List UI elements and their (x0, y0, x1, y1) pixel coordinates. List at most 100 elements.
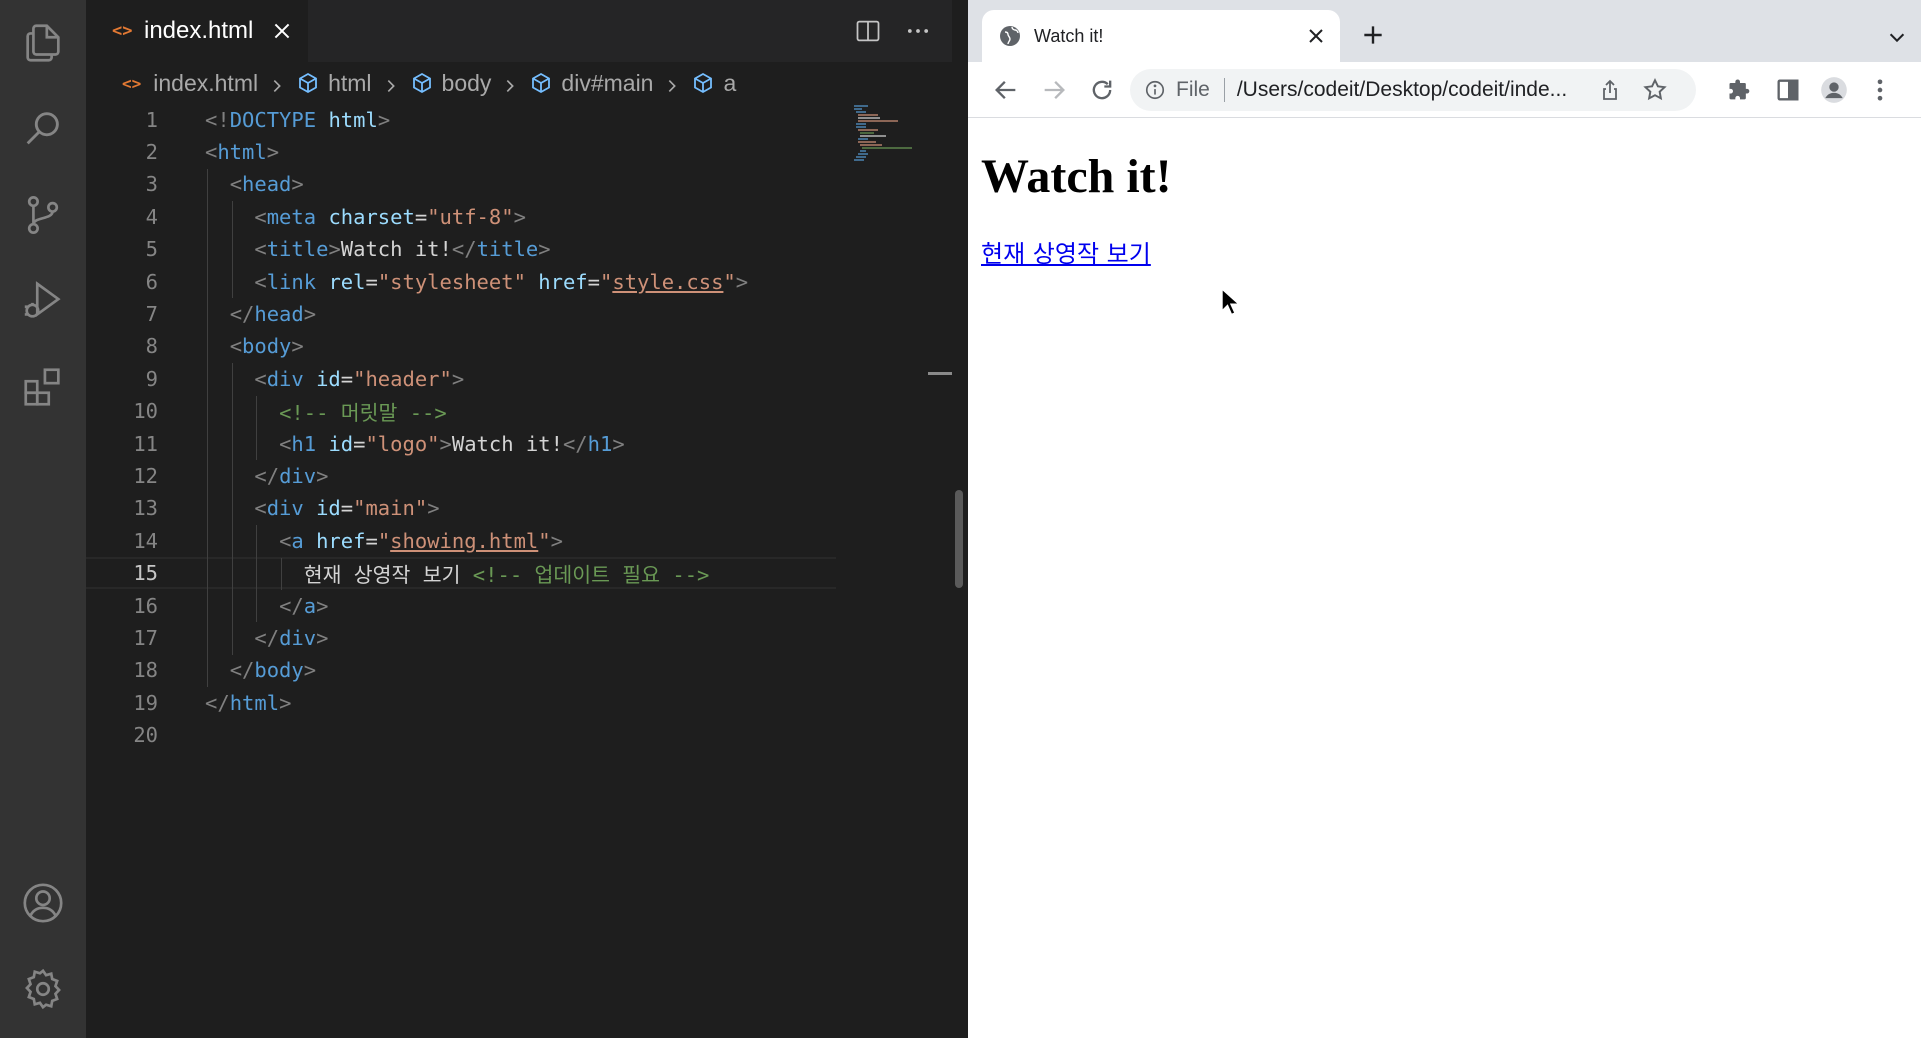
breadcrumb: <> index.html html body div#main a (86, 62, 952, 104)
code-text: <link rel="stylesheet" href="style.css"> (254, 269, 749, 294)
breadcrumb-item[interactable]: body (410, 70, 491, 97)
code-line[interactable]: 15 현재 상영작 보기 <!-- 업데이트 필요 --> (86, 557, 836, 590)
line-number: 17 (133, 625, 158, 650)
line-number: 19 (133, 690, 158, 715)
code-line[interactable]: 9 <div id="header"> (86, 363, 836, 395)
code-line[interactable]: 8 <body> (86, 330, 836, 362)
code-line[interactable]: 4 <meta charset="utf-8"> (86, 201, 836, 233)
split-editor-icon[interactable] (854, 17, 882, 45)
code-text: <!-- 머릿말 --> (279, 401, 447, 426)
code-text: </div> (254, 463, 329, 488)
breadcrumb-item-label: a (723, 69, 737, 96)
editor-tab-label: index.html (144, 17, 254, 44)
line-number: 11 (133, 431, 158, 456)
html-file-icon: <> (112, 21, 133, 41)
breadcrumb-file[interactable]: <> index.html (122, 70, 258, 97)
source-control-button[interactable] (0, 172, 86, 258)
symbol-element-icon (691, 71, 715, 95)
browser-tab[interactable]: Watch it! (982, 10, 1340, 62)
accounts-button[interactable] (0, 860, 86, 946)
line-number: 6 (145, 269, 158, 294)
search-icon (26, 112, 59, 145)
reload-icon[interactable] (1088, 76, 1116, 104)
more-actions-icon[interactable] (904, 17, 932, 45)
extensions-button[interactable] (0, 344, 86, 430)
url-scheme-label: File (1176, 78, 1210, 101)
line-number: 8 (145, 334, 158, 359)
chevron-right-icon (382, 74, 400, 92)
settings-gear-icon (25, 968, 61, 1010)
code-line[interactable]: 11 <h1 id="logo">Watch it!</h1> (86, 427, 836, 459)
close-icon[interactable] (1306, 26, 1326, 46)
code-text: <h1 id="logo">Watch it!</h1> (279, 431, 625, 456)
code-line[interactable]: 14 <a href="showing.html"> (86, 525, 836, 557)
code-line[interactable]: 7 </head> (86, 298, 836, 330)
manage-button[interactable] (0, 946, 86, 1032)
search-button[interactable] (0, 86, 86, 172)
editor-tab-index-html[interactable]: <> index.html (86, 0, 308, 62)
chevron-right-icon (501, 74, 519, 92)
code-line[interactable]: 19 </html> (86, 687, 836, 719)
code-line[interactable]: 5 <title>Watch it!</title> (86, 233, 836, 265)
line-number: 10 (133, 399, 158, 424)
run-debug-button[interactable] (0, 258, 86, 344)
activity-bar (0, 0, 86, 1038)
divider-handle[interactable] (955, 490, 963, 588)
code-line[interactable]: 18 </body> (86, 654, 836, 686)
breadcrumb-item[interactable]: a (691, 70, 736, 97)
mouse-cursor-icon (1221, 287, 1240, 316)
breadcrumb-item-label: div#main (561, 69, 654, 96)
code-text: <meta charset="utf-8"> (254, 204, 526, 229)
breadcrumb-item-label: html (328, 69, 372, 96)
code-line[interactable]: 1 <!DOCTYPE html> (86, 103, 836, 135)
close-icon[interactable] (271, 20, 293, 42)
code-area[interactable]: 1 <!DOCTYPE html> 2 <html> 3 <head> 4 <meta c… (86, 104, 836, 1038)
line-number: 18 (133, 658, 158, 683)
line-number: 14 (133, 528, 158, 553)
symbol-element-icon (529, 71, 553, 95)
code-line[interactable]: 6 <link rel="stylesheet" href="style.css… (86, 265, 836, 297)
html-file-icon: <> (122, 73, 142, 93)
page-heading: Watch it! (981, 150, 1172, 203)
code-line[interactable]: 12 </div> (86, 460, 836, 492)
browser-tab-strip: Watch it! (968, 0, 1921, 62)
breadcrumb-item[interactable]: html (296, 69, 372, 97)
source-control-icon (27, 196, 59, 234)
code-line[interactable]: 2 <html> (86, 136, 836, 168)
url-text[interactable]: /Users/codeit/Desktop/codeit/inde... (1237, 78, 1567, 102)
explorer-button[interactable] (0, 0, 86, 86)
code-line[interactable]: 10 <!-- 머릿말 --> (86, 395, 836, 427)
indent-guide (231, 363, 233, 655)
line-number: 3 (145, 172, 158, 197)
menu-kebab-icon[interactable] (1866, 76, 1894, 104)
code-line[interactable]: 3 <head> (86, 168, 836, 200)
code-text: <div id="header"> (254, 366, 465, 391)
line-number: 16 (133, 593, 158, 618)
code-text: </html> (205, 690, 292, 715)
side-panel-icon[interactable] (1774, 76, 1802, 104)
code-line[interactable]: 16 </a> (86, 589, 836, 621)
extensions-puzzle-icon[interactable] (1726, 76, 1754, 104)
browser-toolbar: File /Users/codeit/Desktop/codeit/inde..… (968, 62, 1921, 118)
code-text: </head> (229, 301, 317, 326)
code-line[interactable]: 13 <div id="main"> (86, 492, 836, 524)
indent-guide (256, 525, 258, 623)
address-bar[interactable]: File /Users/codeit/Desktop/codeit/inde..… (1130, 69, 1696, 111)
forward-arrow-icon[interactable] (1040, 76, 1068, 104)
code-text: <title>Watch it!</title> (254, 237, 551, 262)
browser-tab-title: Watch it! (1034, 25, 1104, 46)
code-line[interactable]: 17 </div> (86, 622, 836, 654)
code-line[interactable]: 20 (86, 719, 836, 751)
share-icon[interactable] (1598, 78, 1622, 102)
new-tab-icon[interactable] (1360, 22, 1386, 48)
chevron-down-icon[interactable] (1886, 26, 1908, 48)
bookmark-star-icon[interactable] (1642, 77, 1668, 103)
extensions-icon (24, 368, 60, 406)
minimap[interactable] (846, 104, 928, 164)
now-showing-link[interactable]: 현재 상영작 보기 (981, 234, 1151, 269)
breadcrumb-item[interactable]: div#main (529, 70, 653, 97)
info-icon[interactable] (1144, 79, 1166, 101)
back-arrow-icon[interactable] (992, 76, 1020, 104)
profile-avatar-icon[interactable] (1820, 76, 1848, 104)
files-icon (26, 24, 60, 62)
